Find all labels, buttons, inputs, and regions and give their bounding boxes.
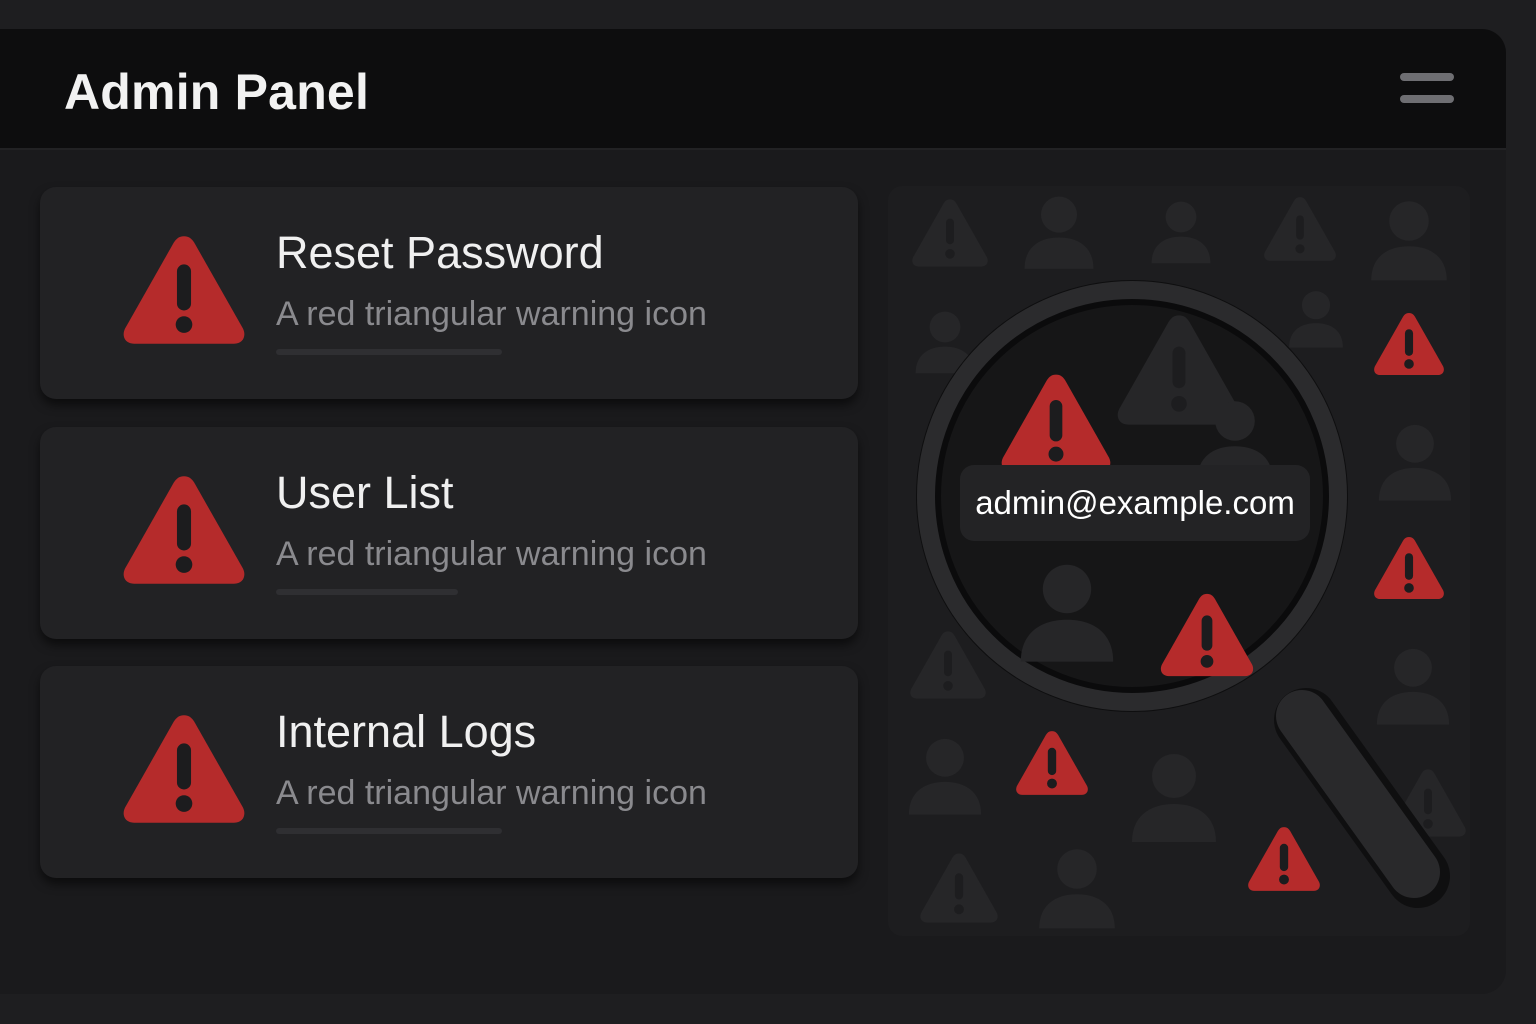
- card-divider: [276, 349, 502, 355]
- card-divider: [276, 828, 502, 834]
- user-silhouette-icon: [1151, 201, 1211, 264]
- header-bar: Admin Panel: [0, 29, 1506, 150]
- card-description: A red triangular warning icon: [276, 535, 707, 573]
- user-silhouette-icon: [1378, 424, 1452, 501]
- user-silhouette-icon: [908, 738, 982, 815]
- warning-triangle-icon: [120, 710, 248, 828]
- card-description: A red triangular warning icon: [276, 774, 707, 812]
- illustration-graphic: [908, 196, 1466, 929]
- user-silhouette-icon: [1039, 849, 1115, 929]
- user-silhouette-icon: [1371, 201, 1447, 281]
- card-divider: [276, 589, 458, 595]
- card-reset-password[interactable]: Reset Password A red triangular warning …: [40, 187, 858, 399]
- warning-triangle-icon: [120, 231, 248, 349]
- card-title: Internal Logs: [276, 706, 537, 757]
- menu-bar-bottom: [1400, 95, 1454, 103]
- hamburger-menu-icon[interactable]: [1398, 73, 1456, 107]
- security-illustration: admin@example.com: [888, 186, 1470, 936]
- email-label: admin@example.com: [960, 465, 1310, 541]
- warning-triangle-icon: [1374, 312, 1444, 376]
- card-internal-logs[interactable]: Internal Logs A red triangular warning i…: [40, 666, 858, 878]
- card-description: A red triangular warning icon: [276, 295, 707, 333]
- warning-triangle-icon: [912, 199, 988, 267]
- user-silhouette-icon: [1024, 196, 1094, 269]
- admin-window: Admin Panel Reset Password A red triangu…: [0, 29, 1506, 994]
- user-silhouette-icon: [1289, 291, 1343, 348]
- warning-triangle-icon: [1016, 731, 1088, 795]
- user-silhouette-icon: [1376, 648, 1450, 725]
- card-user-list[interactable]: User List A red triangular warning icon: [40, 427, 858, 639]
- card-title: User List: [276, 467, 454, 518]
- user-silhouette-icon: [1132, 754, 1216, 842]
- card-title: Reset Password: [276, 227, 604, 278]
- warning-triangle-icon: [120, 471, 248, 589]
- warning-triangle-icon: [1374, 536, 1444, 600]
- menu-bar-top: [1400, 73, 1454, 81]
- warning-triangle-icon: [920, 853, 998, 923]
- warning-triangle-icon: [1248, 827, 1320, 891]
- page-title: Admin Panel: [64, 64, 370, 120]
- magnifying-glass-handle: [1274, 688, 1450, 908]
- warning-triangle-icon: [1264, 197, 1336, 261]
